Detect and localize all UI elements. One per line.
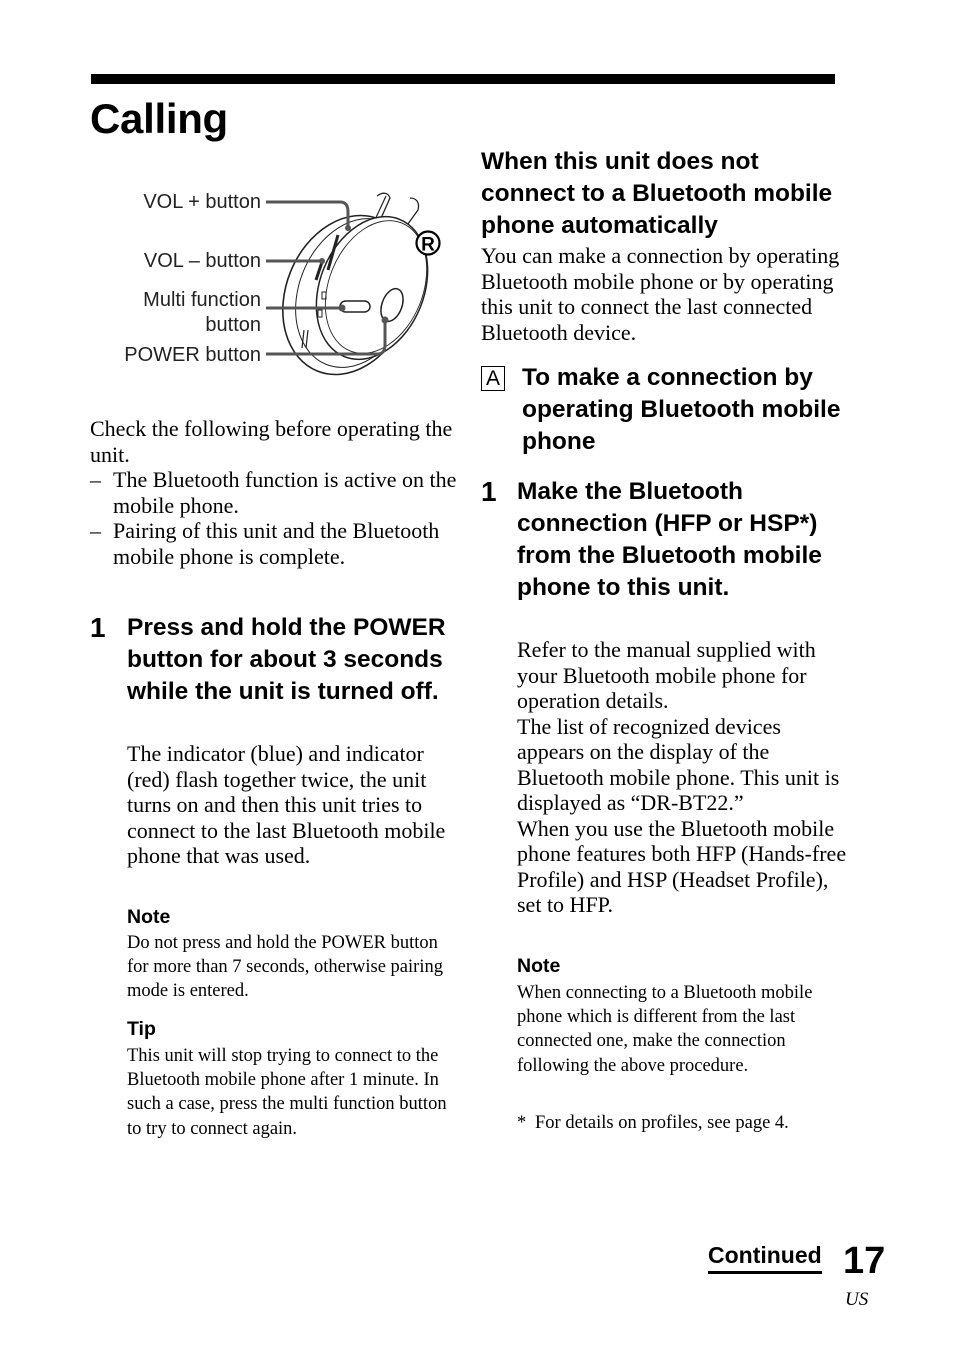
step-heading: Make the Bluetooth connection (HFP or HS…	[517, 478, 822, 601]
dash-bullet: –	[90, 467, 101, 492]
tip-label: Tip	[127, 1018, 156, 1040]
headphone-figure: VOL + button VOL – button Multi function…	[90, 180, 460, 380]
checklist-item: – The Bluetooth function is active on th…	[90, 467, 460, 518]
region-code: US	[845, 1289, 869, 1310]
section-body: You can make a connection by operating B…	[481, 243, 840, 345]
continued-label: Continued	[708, 1241, 822, 1274]
section-heading: When this unit does not connect to a Blu…	[481, 148, 833, 239]
side-marker-r: R	[421, 235, 435, 256]
step-body-paragraph: Refer to the manual supplied with your B…	[517, 637, 816, 713]
dash-bullet: –	[90, 518, 101, 543]
footnote: * For details on profiles, see page 4.	[517, 1111, 817, 1135]
step-heading: Press and hold the POWER button for abou…	[127, 614, 446, 705]
checklist-item-text: The Bluetooth function is active on the …	[113, 467, 457, 518]
intro-section: Check the following before operating the…	[90, 416, 460, 569]
step-body: Refer to the manual supplied with your B…	[517, 637, 847, 918]
subsection-heading: To make a connection by operating Blueto…	[522, 364, 841, 455]
headphone-earcup-icon: R	[266, 192, 441, 376]
page-number: 17	[843, 1240, 886, 1282]
footnote-text: For details on profiles, see page 4.	[535, 1113, 789, 1133]
checklist-item: – Pairing of this unit and the Bluetooth…	[90, 518, 460, 569]
intro-text: Check the following before operating the…	[90, 416, 453, 467]
tip-text: This unit will stop trying to connect to…	[127, 1046, 447, 1139]
top-rule	[91, 74, 835, 84]
note-label: Note	[517, 955, 561, 977]
footnote-marker: *	[517, 1113, 527, 1133]
checklist-item-text: Pairing of this unit and the Bluetooth m…	[113, 518, 440, 569]
step-number: 1	[90, 612, 106, 643]
note-label: Note	[127, 906, 171, 928]
page-title: Calling	[90, 95, 228, 142]
step-body-paragraph: The list of recognized devices appears o…	[517, 713, 840, 816]
section-marker-a: A	[481, 366, 505, 391]
note-text: Do not press and hold the POWER button f…	[127, 933, 443, 1002]
note-text: When connecting to a Bluetooth mobile ph…	[517, 983, 813, 1076]
checklist: – The Bluetooth function is active on th…	[90, 467, 460, 569]
step-body-paragraph: When you use the Bluetooth mobile phone …	[517, 815, 847, 918]
step-number: 1	[481, 476, 497, 507]
step-body: The indicator (blue) and indicator (red)…	[127, 741, 446, 868]
